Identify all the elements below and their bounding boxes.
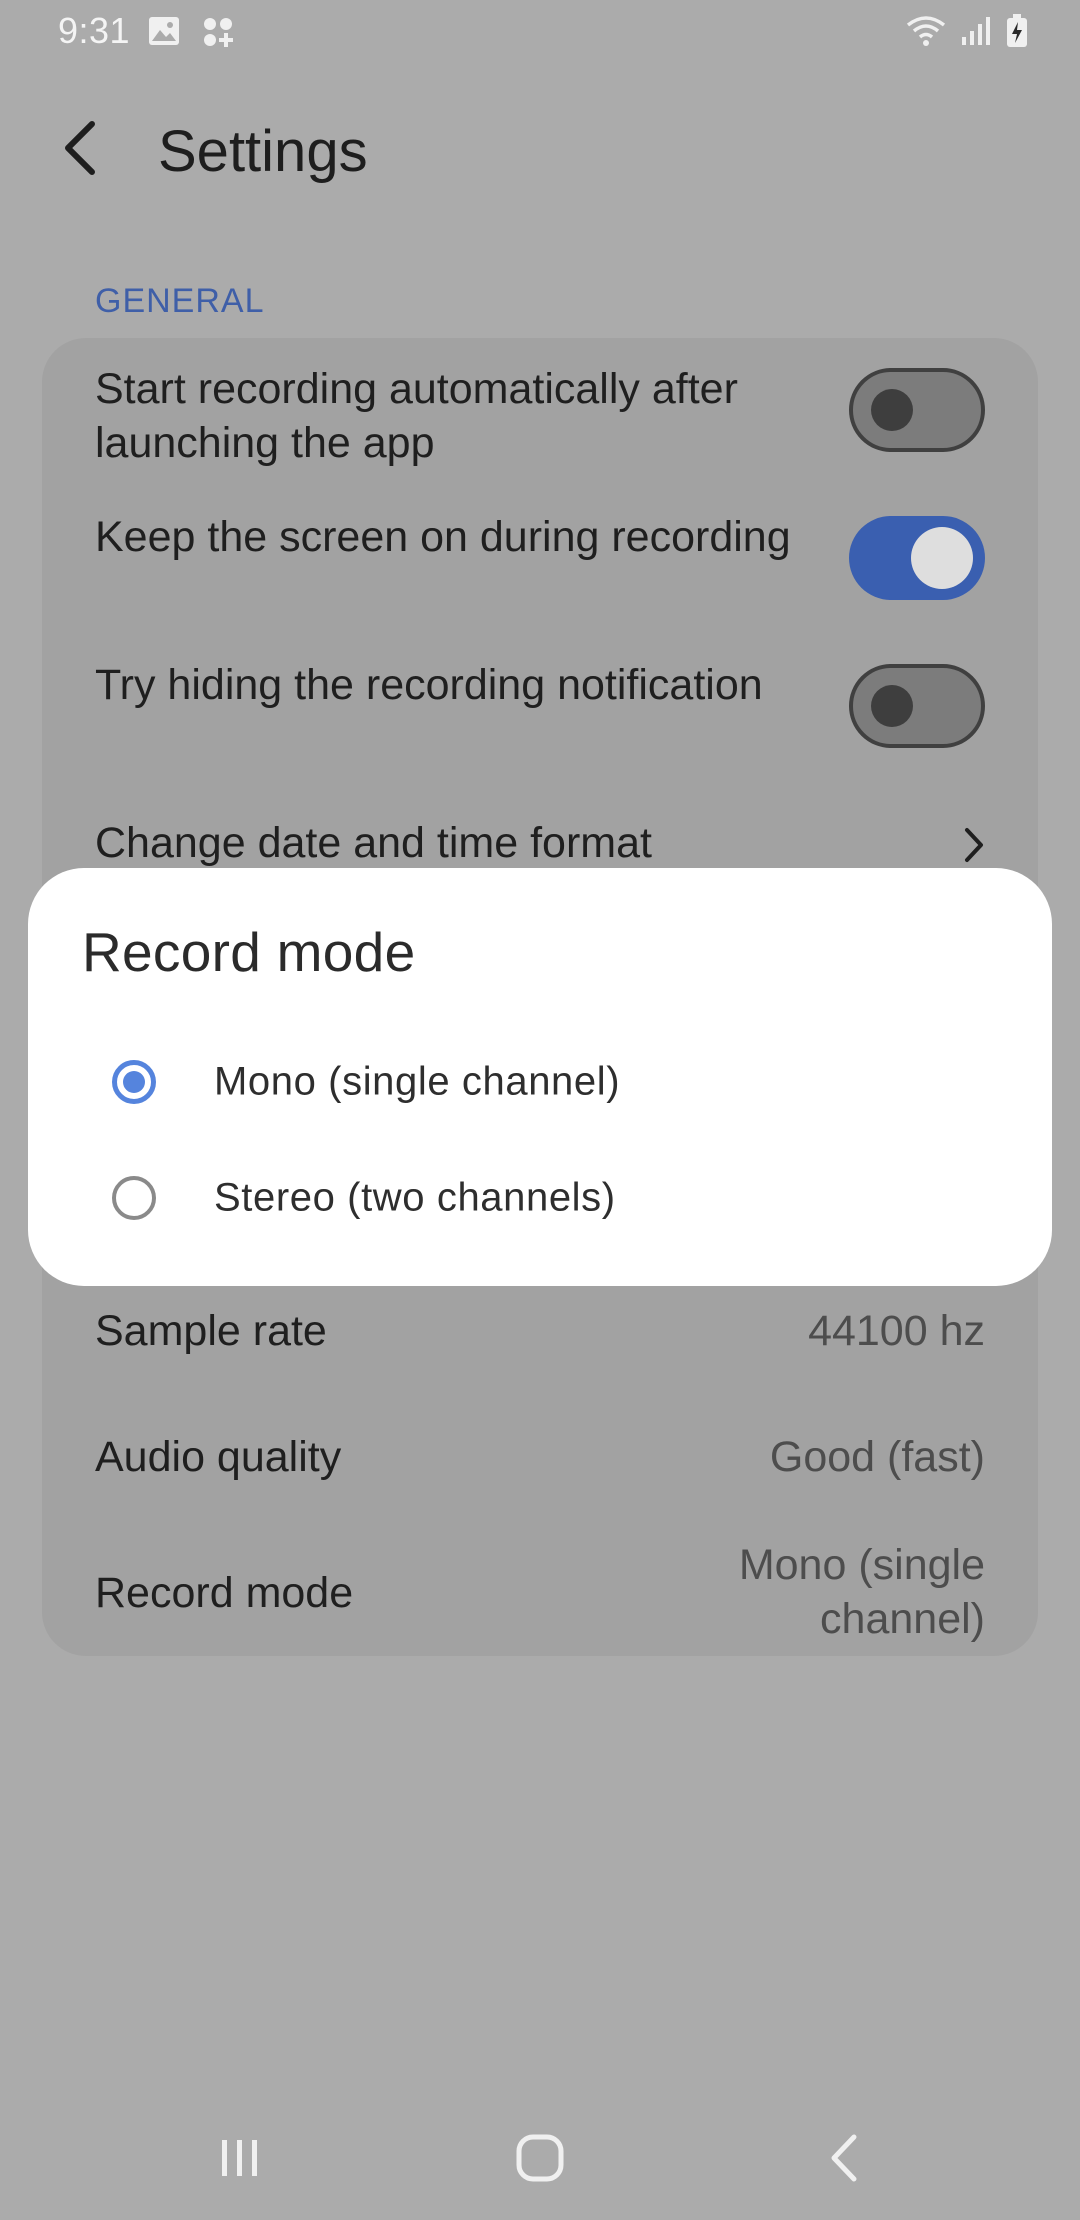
setting-date-time-format[interactable]: Change date and time format [95,816,985,876]
radio-option-stereo[interactable]: Stereo (two channels) [82,1148,1022,1248]
navigation-bar [0,2100,1080,2220]
record-mode-dialog: Record mode Mono (single channel) Stereo… [28,868,1052,1286]
home-button[interactable] [500,2120,580,2200]
setting-value: Mono (single channel) [738,1541,985,1643]
home-icon [515,2133,565,2188]
radio-button-unselected[interactable] [112,1176,156,1220]
setting-record-mode[interactable]: Record mode Mono (single channel) [95,1534,985,1654]
radio-label: Stereo (two channels) [214,1175,616,1220]
battery-charging-icon [1006,14,1028,53]
setting-hide-notification[interactable]: Try hiding the recording notification [95,654,985,774]
auto-record-toggle[interactable] [849,368,985,452]
back-icon [826,2133,862,2188]
toggle-knob [911,527,973,589]
setting-sample-rate[interactable]: Sample rate 44100 hz [95,1304,985,1364]
setting-value: 44100 hz [808,1307,985,1355]
toggle-knob [871,389,913,431]
radio-label: Mono (single channel) [214,1059,621,1104]
back-button[interactable] [44,114,116,186]
app-bar: Settings [0,100,1080,200]
signal-icon [960,15,992,52]
image-icon [148,16,180,53]
radio-option-mono[interactable]: Mono (single channel) [82,1032,1022,1132]
status-right-icons [906,14,1028,53]
chevron-right-icon [963,826,985,869]
setting-audio-quality[interactable]: Audio quality Good (fast) [95,1430,985,1490]
setting-label: Start recording automatically after laun… [95,365,738,467]
status-time: 9:31 [58,10,131,51]
hide-notification-toggle[interactable] [849,664,985,748]
apps-icon [202,16,234,53]
radio-dot [123,1071,145,1093]
setting-value: Good (fast) [769,1433,985,1481]
dialog-title: Record mode [82,921,416,983]
recent-apps-icon [218,2136,262,2185]
system-back-button[interactable] [804,2120,884,2200]
recent-apps-button[interactable] [200,2120,280,2200]
setting-auto-record[interactable]: Start recording automatically after laun… [95,358,985,478]
setting-label: Try hiding the recording notification [95,661,763,709]
setting-label: Sample rate [95,1307,327,1355]
setting-label: Change date and time format [95,819,652,867]
back-arrow-icon [62,120,98,181]
setting-keep-screen-on[interactable]: Keep the screen on during recording [95,506,985,626]
status-bar: 9:31 [0,0,1080,64]
section-header-general: GENERAL [95,282,265,320]
page-title: Settings [158,119,368,184]
status-left-icons [148,16,234,53]
setting-label: Keep the screen on during recording [95,513,791,561]
keep-screen-on-toggle[interactable] [849,516,985,600]
radio-button-selected[interactable] [112,1060,156,1104]
toggle-knob [871,685,913,727]
setting-label: Audio quality [95,1433,342,1481]
setting-label: Record mode [95,1569,354,1617]
wifi-icon [906,15,946,52]
